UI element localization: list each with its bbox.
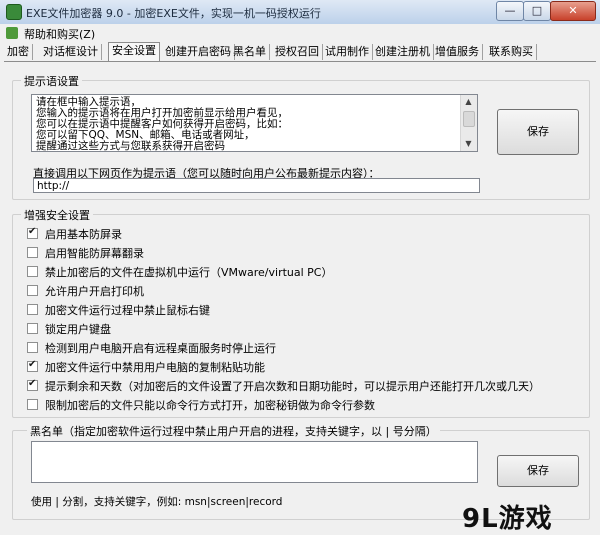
maximize-button[interactable]: □ [523, 1, 551, 21]
tab-create-password[interactable]: 创建开启密码 [162, 44, 235, 60]
option-lock-keyboard[interactable]: 锁定用户键盘 [27, 321, 111, 337]
checkbox[interactable] [27, 398, 38, 410]
tab-license-recall[interactable]: 授权召回 [272, 44, 323, 60]
blacklist-group-title: 黑名单（指定加密软件运行过程中禁止用户开启的进程，支持关键字，以 | 号分隔） [27, 423, 440, 439]
help-menu-icon [6, 27, 18, 39]
option-smart-anti-record[interactable]: 启用智能防屏幕翻录 [27, 245, 144, 261]
menu-bar: 帮助和购买(Z) [0, 24, 600, 42]
option-show-remaining[interactable]: 提示剩余和天数（对加密后的文件设置了开启次数和日期功能时，可以提示用户还能打开几… [27, 378, 540, 394]
option-allow-printer[interactable]: 允许用户开启打印机 [27, 283, 144, 299]
tab-strip: 加密 对话框设计 安全设置 创建开启密码 黑名单 授权召回 试用制作 创建注册机… [0, 42, 600, 62]
checkbox[interactable] [27, 359, 38, 372]
prompt-settings-group: 提示语设置 请在框中输入提示语， 您输入的提示语将在用户打开加密前显示给用户看见… [12, 73, 590, 200]
scroll-down-arrow-icon[interactable]: ▼ [463, 138, 474, 150]
app-icon [6, 4, 22, 20]
prompt-textarea[interactable]: 请在框中输入提示语， 您输入的提示语将在用户打开加密前显示给用户看见， 您可以在… [31, 94, 478, 152]
menu-help[interactable]: 帮助和购买(Z) [24, 26, 95, 42]
blacklist-save-button[interactable]: 保存 [497, 455, 579, 487]
title-bar: EXE文件加密器 9.0 - 加密EXE文件，实现一机一码授权运行 — □ ✕ [0, 0, 600, 25]
site-watermark: 9L游戏 [462, 504, 553, 534]
tab-keygen[interactable]: 创建注册机 [372, 44, 434, 60]
checkbox[interactable] [27, 246, 38, 258]
option-disable-right-click[interactable]: 加密文件运行过程中禁止鼠标右键 [27, 302, 210, 318]
option-disable-copy-paste[interactable]: 加密文件运行中禁用用户电脑的复制粘贴功能 [27, 359, 265, 375]
tab-contact-purchase[interactable]: 联系购买 [486, 44, 537, 60]
tab-encrypt[interactable]: 加密 [4, 44, 33, 60]
url-input[interactable]: http:// [33, 178, 480, 193]
prompt-line: 提醒通过这些方式与您联系获得开启密码 [36, 140, 225, 152]
scroll-thumb[interactable] [463, 111, 475, 127]
checkbox[interactable] [27, 378, 38, 391]
option-basic-anti-record[interactable]: 启用基本防屏录 [27, 226, 122, 242]
security-group-title: 增强安全设置 [21, 207, 93, 223]
security-settings-group: 增强安全设置 启用基本防屏录 启用智能防屏幕翻录 禁止加密后的文件在虚拟机中运行… [12, 207, 590, 418]
prompt-group-title: 提示语设置 [21, 73, 82, 89]
tab-blacklist[interactable]: 黑名单 [230, 44, 270, 60]
checkbox[interactable] [27, 341, 38, 353]
close-button[interactable]: ✕ [550, 1, 596, 21]
prompt-scrollbar[interactable]: ▲ ▼ [460, 95, 477, 151]
blacklist-textarea[interactable] [31, 441, 478, 483]
checkbox[interactable] [27, 226, 38, 239]
option-command-line-only[interactable]: 限制加密后的文件只能以命令行方式打开，加密秘钥做为命令行参数 [27, 397, 375, 413]
checkbox[interactable] [27, 303, 38, 315]
blacklist-hint: 使用 | 分割，支持关键字，例如: msn|screen|record [31, 496, 283, 508]
option-block-virtual-machine[interactable]: 禁止加密后的文件在虚拟机中运行（VMware/virtual PC） [27, 264, 333, 280]
tab-dialog-design[interactable]: 对话框设计 [40, 44, 102, 60]
tab-security-settings[interactable]: 安全设置 [108, 42, 160, 61]
tab-trial[interactable]: 试用制作 [322, 44, 373, 60]
scroll-up-arrow-icon[interactable]: ▲ [463, 96, 474, 108]
tab-value-added[interactable]: 增值服务 [432, 44, 483, 60]
prompt-save-button[interactable]: 保存 [497, 109, 579, 155]
checkbox[interactable] [27, 284, 38, 296]
checkbox[interactable] [27, 322, 38, 334]
option-stop-on-remote-desktop[interactable]: 检测到用户电脑开启有远程桌面服务时停止运行 [27, 340, 276, 356]
window-title: EXE文件加密器 9.0 - 加密EXE文件，实现一机一码授权运行 [26, 7, 321, 20]
minimize-button[interactable]: — [496, 1, 524, 21]
checkbox[interactable] [27, 265, 38, 277]
